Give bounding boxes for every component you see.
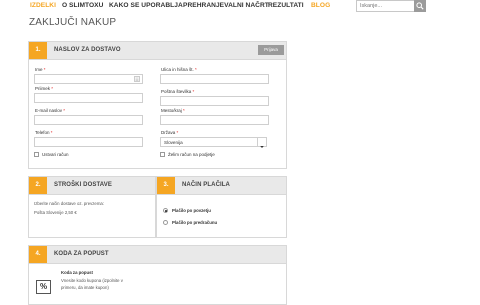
ulica-field[interactable] bbox=[160, 74, 269, 84]
nav-item-rezultati[interactable]: REZULTATI bbox=[268, 2, 304, 9]
nav-item-kako-se-uporablja[interactable]: KAKO SE UPORABLJA bbox=[109, 2, 183, 9]
label-drzava: Država * bbox=[161, 130, 179, 135]
delivery-cost-panel: 2. STROŠKI DOSTAVE Izberite način dostav… bbox=[28, 176, 156, 238]
postna-field[interactable] bbox=[160, 96, 269, 106]
nav-item-prehranjevalni-nacrt[interactable]: PREHRANJEVALNI NAČRT bbox=[183, 2, 269, 9]
payment-option-cod-radio[interactable] bbox=[163, 208, 168, 213]
search-button[interactable] bbox=[414, 0, 426, 12]
step-number: 3. bbox=[157, 177, 175, 194]
coupon-panel: 4. KODA ZA POPUST % Koda za popust Vnesi… bbox=[28, 245, 287, 305]
create-account-label: Ustvari račun bbox=[42, 152, 69, 157]
label-ime: Ime * bbox=[35, 67, 46, 72]
create-account-checkbox[interactable] bbox=[34, 152, 39, 157]
priimek-field[interactable] bbox=[34, 93, 143, 103]
panel-title: NAČIN PLAČILA bbox=[182, 182, 230, 188]
panel-header: 4. KODA ZA POPUST bbox=[29, 246, 286, 264]
panel-header: 1. NASLOV ZA DOSTAVO Prijava bbox=[29, 42, 286, 60]
label-priimek: Priimek * bbox=[35, 86, 54, 91]
drzava-value: Slovenija bbox=[164, 140, 183, 145]
chevron-down-icon bbox=[260, 146, 264, 148]
mesto-field[interactable] bbox=[160, 115, 269, 125]
panel-title: NASLOV ZA DOSTAVO bbox=[54, 47, 121, 53]
label-telefon: Telefon * bbox=[35, 130, 53, 135]
coupon-icon: % bbox=[36, 280, 51, 294]
panel-header: 3. NAČIN PLAČILA bbox=[157, 177, 286, 195]
shipping-address-panel: 1. NASLOV ZA DOSTAVO Prijava Ime * Priim… bbox=[28, 41, 287, 169]
login-button[interactable]: Prijava bbox=[258, 45, 284, 55]
search-icon bbox=[416, 2, 424, 10]
drzava-select[interactable]: Slovenija bbox=[160, 137, 267, 148]
panel-header: 2. STROŠKI DOSTAVE bbox=[29, 177, 155, 195]
invoice-company-checkbox[interactable] bbox=[160, 152, 165, 157]
step-number: 4. bbox=[29, 246, 47, 263]
ime-field[interactable] bbox=[34, 74, 143, 84]
nav-item-izdelki[interactable]: IZDELKI bbox=[30, 2, 56, 9]
payment-option-proforma-radio[interactable] bbox=[163, 220, 168, 225]
delivery-hint: Izberite način dostave oz. prevzema: bbox=[34, 201, 104, 206]
telefon-field[interactable] bbox=[34, 137, 143, 147]
contact-card-icon bbox=[134, 76, 140, 82]
top-nav: IZDELKI O SLIMTOXU KAKO SE UPORABLJA PRE… bbox=[0, 0, 480, 14]
email-field[interactable] bbox=[34, 115, 143, 125]
step-number: 2. bbox=[29, 177, 47, 194]
panel-title: KODA ZA POPUST bbox=[54, 251, 109, 257]
label-postna: Poštna številka * bbox=[161, 89, 195, 94]
nav-item-o-slimtoxu[interactable]: O SLIMTOXU bbox=[62, 2, 103, 9]
delivery-option[interactable]: Pošta Slovenije 2,50 € bbox=[34, 210, 77, 215]
label-email: E-mail naslov * bbox=[35, 108, 66, 113]
payment-method-panel: 3. NAČIN PLAČILA Plačilo po povzetju Pla… bbox=[156, 176, 287, 238]
coupon-heading: Koda za popust bbox=[61, 270, 93, 275]
coupon-text-line2: primeru, da imate kupon) bbox=[61, 285, 109, 290]
label-mesto: Mesto/kraj * bbox=[161, 108, 185, 113]
payment-option-cod-label: Plačilo po povzetju bbox=[172, 208, 211, 213]
step-number: 1. bbox=[29, 42, 47, 59]
page-title: ZAKLJUČI NAKUP bbox=[29, 17, 117, 28]
panel-title: STROŠKI DOSTAVE bbox=[54, 182, 112, 188]
nav-item-blog[interactable]: BLOG bbox=[311, 2, 330, 9]
label-ulica: Ulica in hišna št. * bbox=[161, 67, 197, 72]
coupon-text-line1: Vnesite kodo kupona (izpolnite v bbox=[61, 278, 123, 283]
invoice-company-label: Želim račun na podjetje bbox=[168, 152, 215, 157]
payment-option-proforma-label: Plačilo po predračunu bbox=[172, 220, 218, 225]
